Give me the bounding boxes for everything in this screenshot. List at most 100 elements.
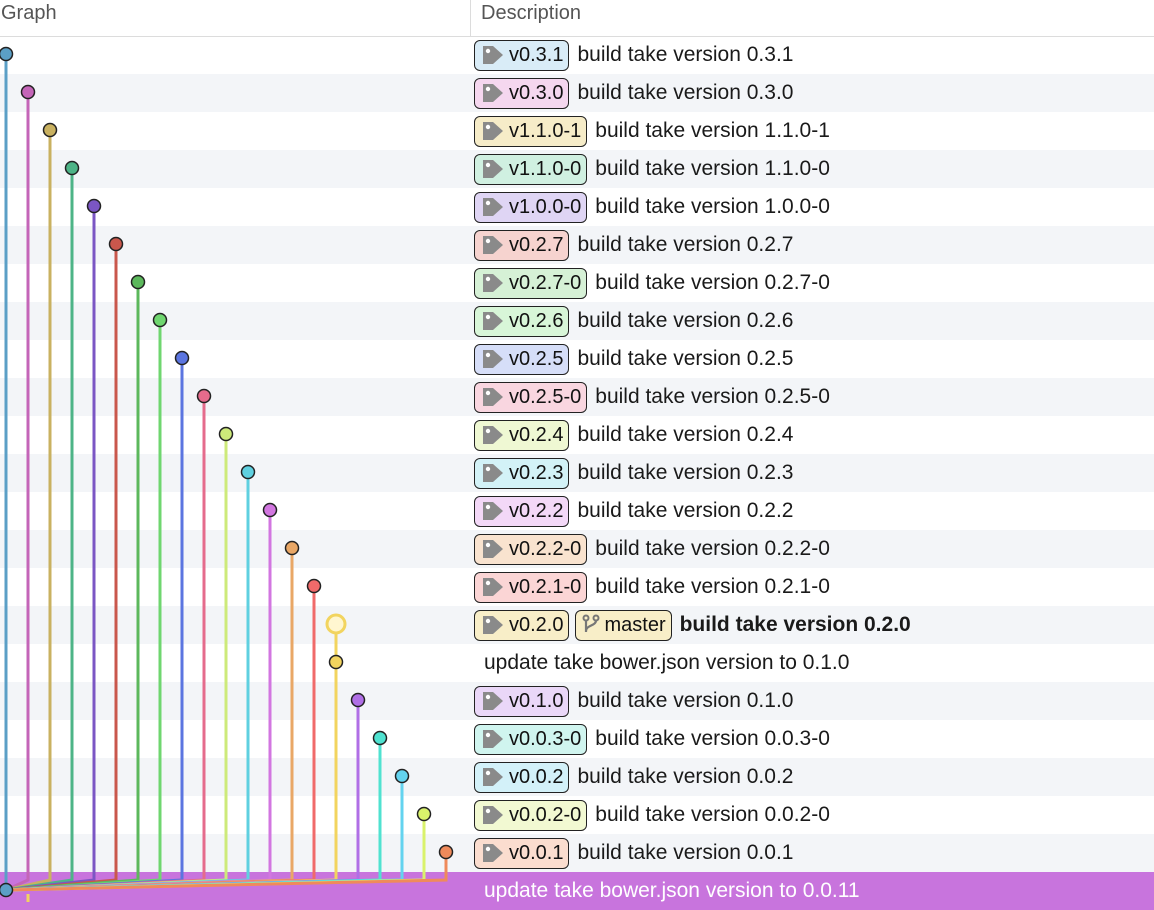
commit-dot[interactable] [86,198,102,214]
tag-icon [483,768,503,786]
commit-dot[interactable] [0,46,14,62]
tag-icon [483,236,503,254]
commit-dot[interactable] [218,426,234,442]
tag-icon [483,616,503,634]
tag-badge[interactable]: v0.2.2-0 [474,533,588,565]
commit-message: build take version 0.2.7-0 [595,271,830,294]
tag-badge[interactable]: v0.0.2 [474,761,570,793]
commit-dot[interactable] [108,236,124,252]
tag-label: v0.0.1 [509,841,564,864]
commit-dot[interactable] [328,654,344,670]
branch-badge[interactable]: master [575,609,672,641]
commit-message: build take version 0.0.3-0 [595,727,830,750]
commit-dot[interactable] [350,692,366,708]
tag-badge[interactable]: v0.0.3-0 [474,723,588,755]
description-column-header[interactable]: Description [481,0,581,36]
tag-badge[interactable]: v1.0.0-0 [474,191,588,223]
commit-message: build take version 1.1.0-0 [595,157,830,180]
commit-message: build take version 0.2.4 [577,423,794,446]
tag-badge[interactable]: v0.0.1 [474,837,570,869]
commit-graph [0,46,454,902]
commit-description: v0.2.7-0 build take version 0.2.7-0 [474,264,830,302]
commit-message: update take bower.json version to 0.1.0 [484,651,850,674]
git-branch-icon [582,614,600,632]
branch-line [5,624,338,892]
tag-label: v1.0.0-0 [509,195,582,218]
column-divider[interactable] [470,0,471,36]
tag-label: v0.3.0 [509,81,564,104]
branch-line [5,244,118,892]
tag-icon [483,806,503,824]
commit-description: v0.2.2-0 build take version 0.2.2-0 [474,530,830,568]
commit-dot[interactable] [438,844,454,860]
commit-dot[interactable] [130,274,146,290]
commit-dot[interactable] [240,464,256,480]
tag-badge[interactable]: v1.1.0-0 [474,153,588,185]
commit-message: build take version 0.1.0 [577,689,794,712]
commit-description: v0.1.0 build take version 0.1.0 [474,682,793,720]
commit-dot[interactable] [196,388,212,404]
commit-dot[interactable] [284,540,300,556]
commit-dot[interactable] [262,502,278,518]
commit-message: build take version 0.2.7 [577,233,794,256]
tag-icon [483,84,503,102]
tag-icon [483,160,503,178]
tag-badge[interactable]: v0.2.6 [474,305,570,337]
tag-label: v0.2.1-0 [509,575,582,598]
commit-message: build take version 0.3.0 [577,81,794,104]
tag-badge[interactable]: v0.2.3 [474,457,570,489]
tag-badge[interactable]: v0.2.7-0 [474,267,588,299]
head-commit-dot[interactable] [325,613,347,635]
tag-badge[interactable]: v0.0.2-0 [474,799,588,831]
commit-dot[interactable] [174,350,190,366]
commit-dot[interactable] [64,160,80,176]
tag-label: v1.1.0-1 [509,119,582,142]
commit-description: update take bower.json version to 0.1.0 [474,644,849,682]
commit-dot[interactable] [0,882,14,898]
tag-badge[interactable]: v1.1.0-1 [474,115,588,147]
tag-badge[interactable]: v0.2.4 [474,419,570,451]
tag-label: v0.2.4 [509,423,564,446]
commit-description: v0.3.1 build take version 0.3.1 [474,36,793,74]
commit-description: v0.2.3 build take version 0.2.3 [474,454,793,492]
tag-icon [483,274,503,292]
tag-badge[interactable]: v0.2.0 [474,609,570,641]
tag-label: v0.2.6 [509,309,564,332]
tag-badge[interactable]: v0.3.0 [474,77,570,109]
commit-dot[interactable] [394,768,410,784]
commit-dot[interactable] [416,806,432,822]
commit-description: v0.2.5 build take version 0.2.5 [474,340,793,378]
tag-label: v0.0.3-0 [509,727,582,750]
tag-badge[interactable]: v0.2.2 [474,495,570,527]
commit-message: build take version 0.2.5 [577,347,794,370]
commit-description: v0.2.4 build take version 0.2.4 [474,416,793,454]
tag-badge[interactable]: v0.1.0 [474,685,570,717]
commit-message: build take version 1.0.0-0 [595,195,830,218]
tag-badge[interactable]: v0.3.1 [474,39,570,71]
tag-label: v0.2.7 [509,233,564,256]
commit-message: build take version 0.2.3 [577,461,794,484]
tag-icon [483,578,503,596]
tag-icon [483,844,503,862]
commit-description: v0.2.5-0 build take version 0.2.5-0 [474,378,830,416]
commit-description: v1.0.0-0 build take version 1.0.0-0 [474,188,830,226]
commit-dot[interactable] [42,122,58,138]
commit-description: v0.0.2-0 build take version 0.0.2-0 [474,796,830,834]
tag-label: v1.1.0-0 [509,157,582,180]
tag-label: v0.2.5 [509,347,564,370]
tag-badge[interactable]: v0.2.5 [474,343,570,375]
commit-dot[interactable] [152,312,168,328]
commit-dot[interactable] [20,84,36,100]
commit-description: v0.2.0 master build take version 0.2.0 [474,606,911,644]
commit-dot[interactable] [372,730,388,746]
tag-label: v0.1.0 [509,689,564,712]
tag-icon [483,122,503,140]
tag-badge[interactable]: v0.2.7 [474,229,570,261]
tag-badge[interactable]: v0.2.1-0 [474,571,588,603]
commit-description: v0.2.6 build take version 0.2.6 [474,302,793,340]
tag-label: v0.2.0 [509,613,564,636]
commit-dot[interactable] [306,578,322,594]
tag-icon [483,388,503,406]
tag-badge[interactable]: v0.2.5-0 [474,381,588,413]
branch-label: master [604,613,666,636]
